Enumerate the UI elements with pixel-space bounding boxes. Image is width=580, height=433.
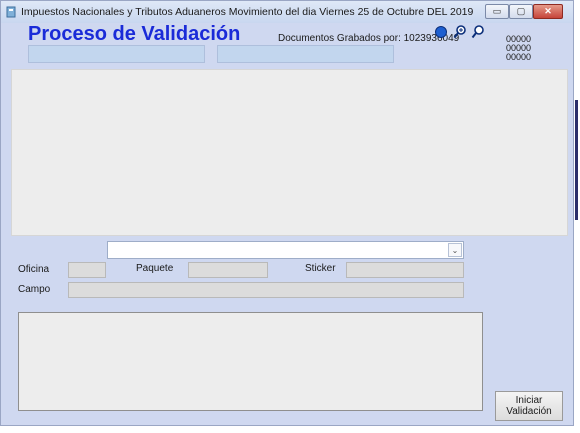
zoom-in-icon[interactable] [453, 25, 467, 39]
campo-field[interactable] [68, 282, 464, 298]
window-title: Impuestos Nacionales y Tributos Aduanero… [21, 6, 474, 18]
paquete-field[interactable] [188, 262, 268, 278]
maximize-button[interactable]: ▢ [509, 4, 533, 19]
validation-text-area[interactable] [18, 312, 483, 411]
campo-label: Campo [18, 284, 51, 295]
magnifier-icon[interactable] [471, 25, 485, 39]
maximize-icon: ▢ [516, 6, 526, 16]
background-window-edge [575, 100, 578, 220]
close-icon: ✕ [544, 6, 552, 16]
minimize-icon: ▭ [492, 6, 502, 16]
title-bar[interactable]: Impuestos Nacionales y Tributos Aduanero… [1, 1, 573, 23]
header-field-1[interactable] [28, 45, 205, 63]
oficina-label: Oficina [18, 264, 50, 275]
minimize-button[interactable]: ▭ [485, 4, 509, 19]
zoom-out-icon[interactable] [434, 25, 448, 39]
close-button[interactable]: ✕ [533, 4, 563, 19]
chevron-down-icon[interactable]: ⌄ [448, 243, 462, 257]
counters: 00000 00000 00000 [506, 35, 531, 62]
counter-3: 00000 [506, 52, 532, 62]
oficina-field[interactable] [68, 262, 106, 278]
document-image-area[interactable] [11, 69, 568, 236]
documents-recorded-label: Documentos Grabados por: 1023936049 [278, 33, 460, 44]
page-title: Proceso de Validación [28, 23, 241, 45]
paquete-label: Paquete [136, 263, 174, 274]
start-validation-button[interactable]: Iniciar Validación [495, 391, 563, 421]
main-window: Impuestos Nacionales y Tributos Aduanero… [0, 0, 574, 426]
header-field-2[interactable] [217, 45, 394, 63]
document-combo-select[interactable]: ⌄ [107, 241, 464, 259]
app-icon [6, 6, 16, 18]
sticker-label: Sticker [305, 263, 336, 274]
start-validation-label-line1: Iniciar [515, 395, 543, 406]
start-validation-label-line2: Validación [506, 406, 552, 417]
sticker-field[interactable] [346, 262, 464, 278]
